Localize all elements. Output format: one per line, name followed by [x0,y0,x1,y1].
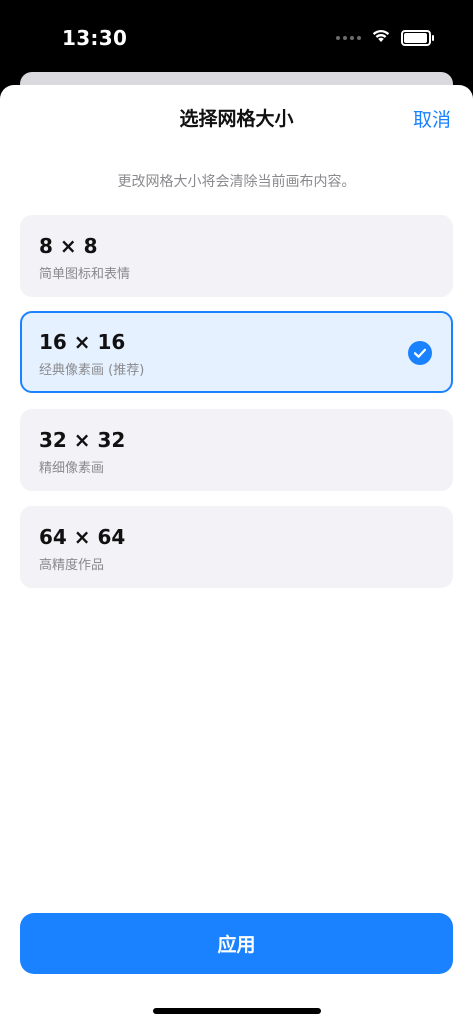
sheet-title: 选择网格大小 [179,108,294,130]
grid-option-16x16[interactable]: 16 × 16 经典像素画 (推荐) [20,311,453,393]
grid-option-32x32[interactable]: 32 × 32 精细像素画 [20,409,453,491]
status-icons [336,28,434,47]
apply-button[interactable]: 应用 [20,913,453,974]
grid-size-sheet: 选择网格大小 取消 更改网格大小将会清除当前画布内容。 8 × 8 简单图标和表… [0,85,473,1024]
option-description: 精细像素画 [39,461,105,476]
grid-option-64x64[interactable]: 64 × 64 高精度作品 [20,506,453,588]
status-time: 13:30 [62,26,128,50]
option-description: 简单图标和表情 [39,267,131,282]
home-indicator[interactable] [153,1008,321,1014]
sheet-subtitle: 更改网格大小将会清除当前画布内容。 [117,174,356,190]
checkmark-icon [408,341,432,365]
option-size-label: 64 × 64 [39,525,126,549]
option-size-label: 8 × 8 [39,234,98,258]
option-size-label: 32 × 32 [39,428,126,452]
cancel-button[interactable]: 取消 [413,105,451,132]
wifi-icon [371,28,391,47]
grid-option-8x8[interactable]: 8 × 8 简单图标和表情 [20,215,453,297]
signal-dots-icon [336,35,361,40]
battery-icon [401,29,434,46]
option-description: 高精度作品 [39,558,105,573]
status-bar: 13:30 [0,0,473,70]
option-description: 经典像素画 (推荐) [39,363,145,378]
option-size-label: 16 × 16 [39,330,126,354]
battery-fill [404,32,427,43]
